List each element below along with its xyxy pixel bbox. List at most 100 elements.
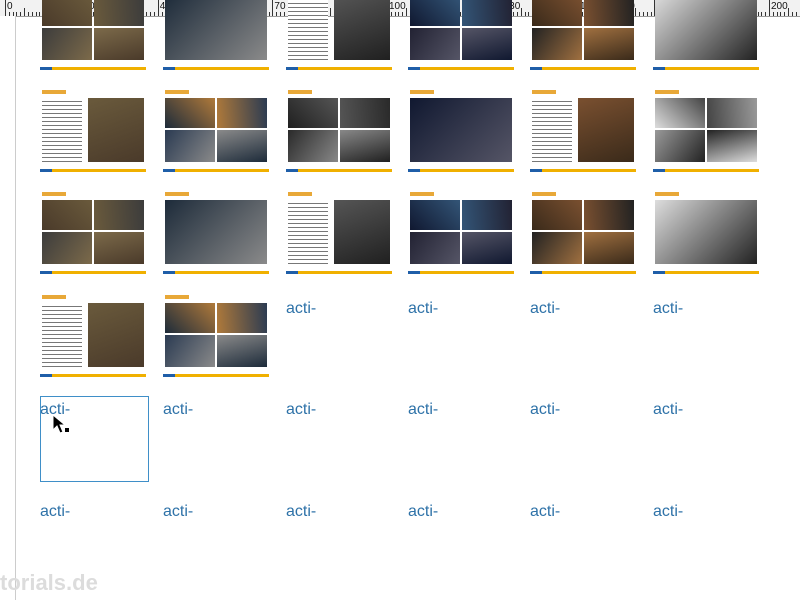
ruler-minor-tick bbox=[31, 12, 33, 16]
photo-placeholder bbox=[88, 98, 144, 162]
text-column bbox=[532, 98, 572, 162]
page-thumbnail[interactable] bbox=[40, 192, 146, 274]
overflow-text-placeholder[interactable]: acti- bbox=[653, 503, 683, 521]
page-thumbnail[interactable] bbox=[163, 192, 269, 274]
ruler-major-tick bbox=[5, 0, 6, 16]
photo-placeholder bbox=[584, 232, 634, 264]
ruler-minor-tick bbox=[520, 8, 522, 16]
photo-placeholder bbox=[584, 200, 634, 230]
photo-placeholder bbox=[532, 232, 582, 264]
photo-placeholder bbox=[462, 28, 512, 60]
page-thumbnail[interactable] bbox=[408, 90, 514, 172]
page-thumbnail[interactable] bbox=[408, 192, 514, 274]
photo-placeholder bbox=[410, 232, 460, 264]
page-thumbnail[interactable] bbox=[530, 192, 636, 274]
photo-placeholder bbox=[462, 0, 512, 26]
page-thumbnail[interactable] bbox=[163, 90, 269, 172]
photo-placeholder bbox=[707, 130, 757, 162]
photo-placeholder bbox=[584, 0, 634, 26]
page-thumbnail[interactable] bbox=[40, 0, 146, 70]
thumbnail-label-tag bbox=[410, 90, 434, 94]
page-thumbnail[interactable] bbox=[530, 0, 636, 70]
photo-placeholder bbox=[655, 0, 757, 60]
photo-placeholder bbox=[584, 28, 634, 60]
overflow-text-placeholder[interactable]: acti- bbox=[530, 300, 560, 318]
photo-placeholder bbox=[288, 130, 338, 162]
ruler-minor-tick bbox=[780, 12, 782, 16]
page-thumbnail[interactable] bbox=[653, 192, 759, 274]
photo-placeholder bbox=[217, 335, 267, 367]
page-thumbnail[interactable] bbox=[286, 0, 392, 70]
photo-placeholder bbox=[410, 200, 460, 230]
ruler-number: 200 bbox=[771, 1, 788, 12]
ruler-minor-tick bbox=[788, 8, 790, 16]
photo-placeholder bbox=[42, 28, 92, 60]
overflow-text-placeholder[interactable]: acti- bbox=[530, 503, 560, 521]
page-thumbnail[interactable] bbox=[408, 0, 514, 70]
page-thumbnail[interactable] bbox=[653, 0, 759, 70]
ruler-minor-tick bbox=[524, 12, 526, 16]
photo-placeholder bbox=[165, 98, 215, 128]
photo-placeholder bbox=[410, 98, 512, 162]
photo-placeholder bbox=[217, 98, 267, 128]
thumbnail-footer-bar bbox=[530, 169, 636, 172]
overflow-text-placeholder[interactable]: acti- bbox=[286, 401, 316, 419]
photo-placeholder bbox=[340, 130, 390, 162]
overflow-text-placeholder[interactable]: acti- bbox=[163, 401, 193, 419]
thumbnail-label-tag bbox=[532, 192, 556, 196]
ruler-minor-tick bbox=[402, 12, 404, 16]
photo-placeholder bbox=[94, 200, 144, 230]
thumbnail-footer-bar bbox=[40, 169, 146, 172]
ruler-minor-tick bbox=[24, 8, 26, 16]
thumbnail-label-tag bbox=[165, 295, 189, 299]
overflow-text-placeholder[interactable]: acti- bbox=[163, 503, 193, 521]
page-thumbnail[interactable] bbox=[163, 295, 269, 377]
ruler-number: 0 bbox=[7, 1, 13, 12]
page-thumbnail[interactable] bbox=[286, 90, 392, 172]
page-thumbnail[interactable] bbox=[40, 295, 146, 377]
thumbnail-label-tag bbox=[655, 90, 679, 94]
overflow-text-placeholder[interactable]: acti- bbox=[408, 503, 438, 521]
overflow-text-placeholder[interactable]: acti- bbox=[286, 300, 316, 318]
overflow-text-placeholder[interactable]: acti- bbox=[408, 300, 438, 318]
overflow-text-placeholder[interactable]: acti- bbox=[653, 300, 683, 318]
page-thumbnail[interactable] bbox=[40, 90, 146, 172]
photo-placeholder bbox=[532, 200, 582, 230]
thumbnail-footer-bar bbox=[530, 271, 636, 274]
overflow-text-placeholder[interactable]: acti- bbox=[286, 503, 316, 521]
overflow-text-placeholder[interactable]: acti- bbox=[530, 401, 560, 419]
ruler-minor-tick bbox=[639, 12, 641, 16]
ruler-minor-tick bbox=[642, 12, 644, 16]
ruler-major-tick bbox=[157, 0, 159, 16]
photo-placeholder bbox=[334, 200, 390, 264]
photo-placeholder bbox=[217, 130, 267, 162]
overflow-text-placeholder[interactable]: acti- bbox=[40, 503, 70, 521]
overflow-text-placeholder[interactable]: acti- bbox=[653, 401, 683, 419]
thumbnail-label-tag bbox=[655, 192, 679, 196]
thumbnail-footer-bar bbox=[163, 169, 269, 172]
thumbnail-footer-bar bbox=[653, 67, 759, 70]
thumbnail-footer-bar bbox=[163, 374, 269, 377]
page-thumbnail[interactable] bbox=[530, 90, 636, 172]
thumbnail-label-tag bbox=[42, 90, 66, 94]
ruler-minor-tick bbox=[280, 12, 282, 16]
overflow-text-placeholder[interactable]: acti- bbox=[408, 401, 438, 419]
page-thumbnail[interactable] bbox=[286, 192, 392, 274]
ruler-minor-tick bbox=[16, 12, 18, 16]
text-column bbox=[288, 0, 328, 60]
ruler-major-tick bbox=[272, 0, 274, 16]
photo-placeholder bbox=[288, 98, 338, 128]
thumbnail-footer-bar bbox=[408, 271, 514, 274]
ruler-minor-tick bbox=[650, 12, 652, 16]
photo-placeholder bbox=[334, 0, 390, 60]
page-thumbnail[interactable] bbox=[163, 0, 269, 70]
ruler-minor-tick bbox=[276, 12, 278, 16]
ruler-minor-tick bbox=[646, 12, 648, 16]
thumbnail-label-tag bbox=[42, 295, 66, 299]
thumbnail-footer-bar bbox=[653, 169, 759, 172]
photo-placeholder bbox=[88, 303, 144, 367]
ruler-minor-tick bbox=[776, 12, 778, 16]
page-thumbnail[interactable] bbox=[653, 90, 759, 172]
photo-placeholder bbox=[410, 28, 460, 60]
photo-placeholder bbox=[462, 232, 512, 264]
